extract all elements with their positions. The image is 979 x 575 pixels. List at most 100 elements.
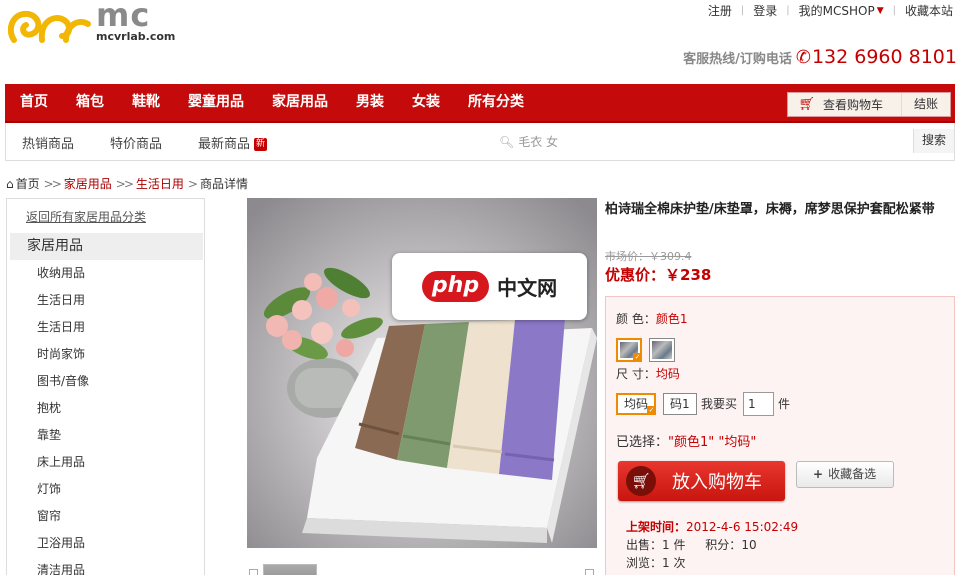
breadcrumb-separator: >>: [115, 176, 134, 191]
views-label: 浏览：: [626, 556, 663, 570]
swatch-image: [652, 341, 672, 359]
cart-icon: 🛒︎: [626, 466, 656, 496]
size-row: 尺 寸：均码: [616, 365, 680, 382]
sidebar-item-media[interactable]: 图书/音像: [37, 373, 89, 400]
sub-nav: 热销商品 特价商品 最新商品新 🔍︎ 毛衣 女 搜索: [5, 123, 955, 161]
nav-item-baby[interactable]: 婴童用品: [174, 84, 258, 121]
php-logo-text: 中文网: [497, 276, 558, 300]
search-button[interactable]: 搜索: [912, 129, 954, 153]
breadcrumb-separator: >>: [43, 176, 62, 191]
chevron-down-icon[interactable]: ▼: [877, 6, 884, 16]
view-cart-button[interactable]: 🛒︎ 查看购物车: [788, 93, 902, 116]
search-input[interactable]: 🔍︎ 毛衣 女: [499, 133, 558, 150]
breadcrumb-level1[interactable]: 家居用品: [64, 175, 112, 192]
selected-row: 已选择："颜色1" "均码": [616, 431, 756, 450]
nav-item-bags[interactable]: 箱包: [62, 84, 118, 121]
hotline-number: 132 6960 8101: [811, 46, 957, 68]
category-sidebar: 返回所有家居用品分类 家居用品 收纳用品 生活日用 生活日用 时尚家饰 图书/音…: [6, 198, 205, 575]
nav-item-men[interactable]: 男装: [342, 84, 398, 121]
sidebar-category-title[interactable]: 家居用品: [10, 233, 203, 260]
selected-value: "颜色1" "均码": [668, 435, 757, 450]
sidebar-item-daily-2[interactable]: 生活日用: [37, 319, 89, 346]
register-link[interactable]: 注册: [708, 2, 732, 19]
bookmark-link[interactable]: 收藏本站: [905, 2, 953, 19]
sidebar-item-lighting[interactable]: 灯饰: [37, 481, 89, 508]
sidebar-item-storage[interactable]: 收纳用品: [37, 265, 89, 292]
thumbnail-strip: [247, 564, 597, 575]
divider: |: [786, 5, 790, 16]
sidebar-item-bedding[interactable]: 床上用品: [37, 454, 89, 481]
nav-item-shoes[interactable]: 鞋靴: [118, 84, 174, 121]
listed-time-row: 上架时间：2012-4-6 15:02:49: [626, 518, 798, 535]
thumbnail[interactable]: [263, 564, 317, 575]
sidebar-item-cleaning[interactable]: 清洁用品: [37, 562, 89, 575]
site-logo[interactable]: mc mcvrlab.com: [8, 0, 178, 46]
sold-label: 出售：: [626, 538, 663, 552]
sidebar-item-pillow[interactable]: 抱枕: [37, 400, 89, 427]
breadcrumb-level2[interactable]: 生活日用: [136, 175, 184, 192]
views-value: 1 次: [662, 556, 686, 570]
hotline-label: 客服热线/订购电话: [683, 52, 792, 67]
selected-label: 已选择：: [616, 435, 669, 450]
views-row: 浏览：1 次: [626, 554, 685, 571]
purchase-options: 颜 色：颜色1 ✓ 尺 寸：均码 均码 ✓ 码1 我要买 1 件 已选择："颜色…: [605, 296, 955, 575]
sidebar-item-curtain[interactable]: 窗帘: [37, 508, 89, 535]
back-to-categories-link[interactable]: 返回所有家居用品分类: [26, 208, 146, 225]
logo-domain: mcvrlab.com: [96, 30, 176, 43]
product-main-image[interactable]: [247, 198, 597, 548]
sales-row: 出售：1 件 积分：10: [626, 536, 757, 553]
subnav-hot[interactable]: 热销商品: [22, 133, 74, 152]
add-to-cart-label: 放入购物车: [672, 472, 762, 493]
breadcrumb-home[interactable]: 首页: [16, 175, 40, 192]
sold-value: 1 件: [662, 538, 686, 552]
size-option-1[interactable]: 码1: [663, 393, 697, 415]
phone-icon: ✆: [795, 47, 811, 68]
color-swatch-1[interactable]: ✓: [616, 338, 642, 362]
plus-icon: +: [813, 467, 824, 481]
thumb-next-checkbox[interactable]: [585, 569, 594, 575]
sidebar-item-decor[interactable]: 时尚家饰: [37, 346, 89, 373]
home-icon: ⌂: [6, 176, 14, 191]
add-to-favorites-button[interactable]: + 收藏备选: [796, 461, 894, 488]
hotline: 客服热线/订购电话 ✆ 132 6960 8101: [683, 46, 957, 68]
nav-item-home[interactable]: 首页: [5, 84, 62, 121]
color-swatch-2[interactable]: [649, 338, 675, 362]
thumb-prev-checkbox[interactable]: [249, 569, 258, 575]
check-icon: ✓: [633, 353, 642, 362]
nav-item-women[interactable]: 女装: [398, 84, 454, 121]
logo-brand: mc: [96, 0, 151, 34]
size-value: 均码: [655, 367, 680, 381]
new-badge: 新: [254, 138, 268, 151]
points-label: 积分：: [705, 538, 742, 552]
nav-item-home-goods[interactable]: 家居用品: [258, 84, 342, 121]
login-link[interactable]: 登录: [753, 2, 777, 19]
subnav-newest[interactable]: 最新商品新: [198, 133, 268, 152]
checkout-button[interactable]: 结账: [902, 93, 950, 116]
quantity-input[interactable]: 1: [743, 392, 774, 416]
add-to-cart-button[interactable]: 🛒︎ 放入购物车: [618, 461, 785, 501]
color-label: 颜 色：: [616, 312, 656, 326]
listed-time: 2012-4-6 15:02:49: [686, 520, 799, 534]
my-account-link[interactable]: 我的MCSHOP: [799, 2, 875, 19]
search-placeholder: 毛衣 女: [518, 135, 559, 149]
quantity-unit: 件: [778, 397, 791, 411]
size-option-one-size[interactable]: 均码 ✓: [616, 393, 657, 415]
sale-price: 优惠价：￥238: [605, 264, 711, 285]
main-nav: 首页 箱包 鞋靴 婴童用品 家居用品 男装 女装 所有分类 🛒︎ 查看购物车 结…: [5, 84, 955, 123]
cart-icon: 🛒︎: [798, 97, 815, 112]
color-value: 颜色1: [655, 312, 688, 326]
sidebar-item-cushion[interactable]: 靠垫: [37, 427, 89, 454]
breadcrumb-current: 商品详情: [199, 177, 248, 191]
points-value: 10: [741, 538, 757, 552]
size-label: 尺 寸：: [616, 367, 656, 381]
php-logo: php: [421, 271, 490, 302]
sale-price-label: 优惠价：: [605, 266, 666, 284]
color-row: 颜 色：颜色1: [616, 310, 687, 327]
listed-label: 上架时间：: [626, 520, 687, 534]
sidebar-item-daily[interactable]: 生活日用: [37, 292, 89, 319]
sidebar-item-bath[interactable]: 卫浴用品: [37, 535, 89, 562]
subnav-special[interactable]: 特价商品: [110, 133, 162, 152]
view-cart-label: 查看购物车: [822, 98, 883, 112]
market-price: 市场价：￥309.4: [605, 250, 692, 263]
nav-item-all[interactable]: 所有分类: [454, 84, 538, 121]
